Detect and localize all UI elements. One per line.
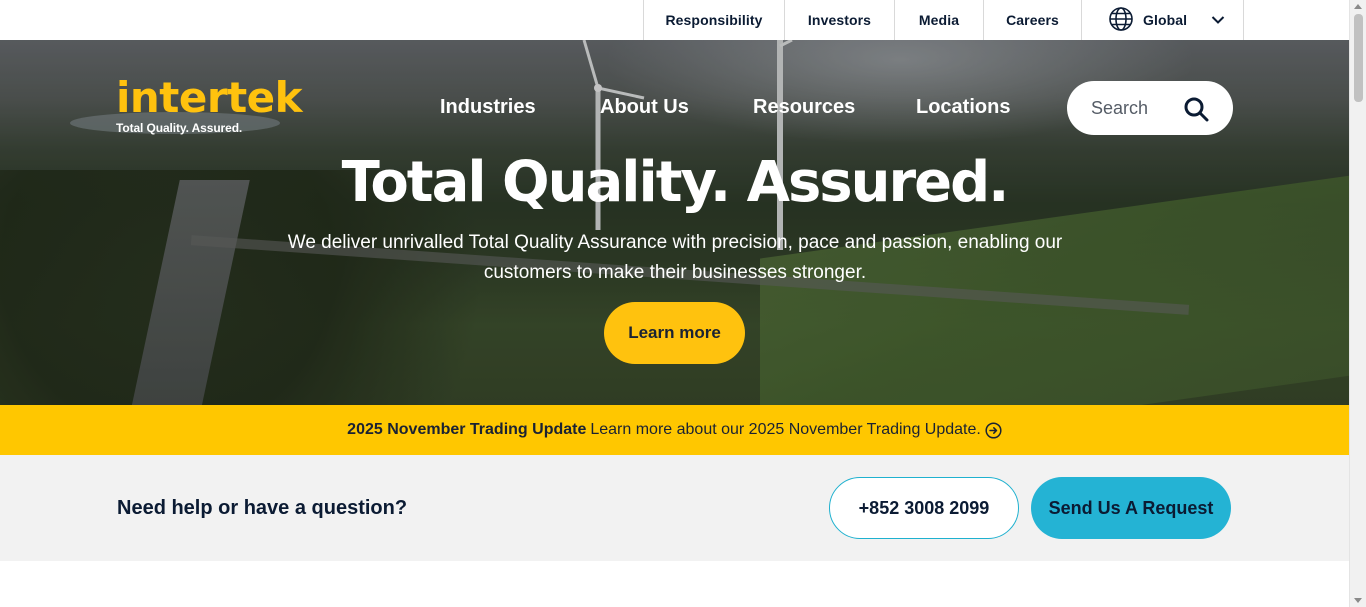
- arrow-circle-right-icon: [985, 421, 1002, 439]
- scroll-down-arrow-icon[interactable]: [1354, 598, 1362, 603]
- chevron-down-icon: [1211, 15, 1225, 25]
- search-input[interactable]: [1091, 97, 1171, 119]
- utility-link-media[interactable]: Media: [895, 0, 984, 40]
- phone-button[interactable]: +852 3008 2099: [829, 477, 1019, 539]
- utility-link-investors[interactable]: Investors: [785, 0, 895, 40]
- utility-bar: Responsibility Investors Media Careers G…: [0, 0, 1349, 40]
- page-scrollbar[interactable]: [1349, 0, 1366, 607]
- utility-link-careers[interactable]: Careers: [984, 0, 1082, 40]
- logo-tagline: Total Quality. Assured.: [116, 121, 243, 135]
- send-request-button[interactable]: Send Us A Request: [1031, 477, 1231, 539]
- logo-wordmark: intertek: [116, 73, 303, 122]
- region-selector[interactable]: Global: [1082, 0, 1244, 40]
- hero-headline: Total Quality. Assured.: [341, 150, 1010, 215]
- scrollbar-thumb[interactable]: [1354, 14, 1363, 102]
- help-question: Need help or have a question?: [117, 497, 408, 519]
- nav-about-us[interactable]: About Us: [600, 96, 689, 119]
- help-strip: Need help or have a question? +852 3008 …: [0, 455, 1349, 561]
- hero-section: intertek Total Quality. Assured. Industr…: [0, 40, 1349, 405]
- banner-title: 2025 November Trading Update: [347, 421, 587, 438]
- region-label: Global: [1143, 12, 1188, 28]
- trading-update-banner[interactable]: 2025 November Trading Update Learn more …: [0, 405, 1349, 455]
- learn-more-button[interactable]: Learn more: [604, 302, 745, 364]
- utility-nav: Responsibility Investors Media Careers G…: [643, 0, 1244, 40]
- nav-locations[interactable]: Locations: [916, 96, 1010, 119]
- search-box: [1067, 81, 1233, 135]
- banner-text: Learn more about our 2025 November Tradi…: [590, 421, 981, 438]
- intertek-logo[interactable]: intertek Total Quality. Assured.: [116, 73, 303, 136]
- globe-icon: [1108, 6, 1134, 35]
- search-icon[interactable]: [1183, 96, 1209, 127]
- scroll-up-arrow-icon[interactable]: [1354, 4, 1362, 9]
- utility-link-responsibility[interactable]: Responsibility: [644, 0, 785, 40]
- hero-subline: We deliver unrivalled Total Quality Assu…: [287, 232, 1063, 283]
- nav-resources[interactable]: Resources: [753, 96, 855, 119]
- nav-industries[interactable]: Industries: [440, 96, 536, 119]
